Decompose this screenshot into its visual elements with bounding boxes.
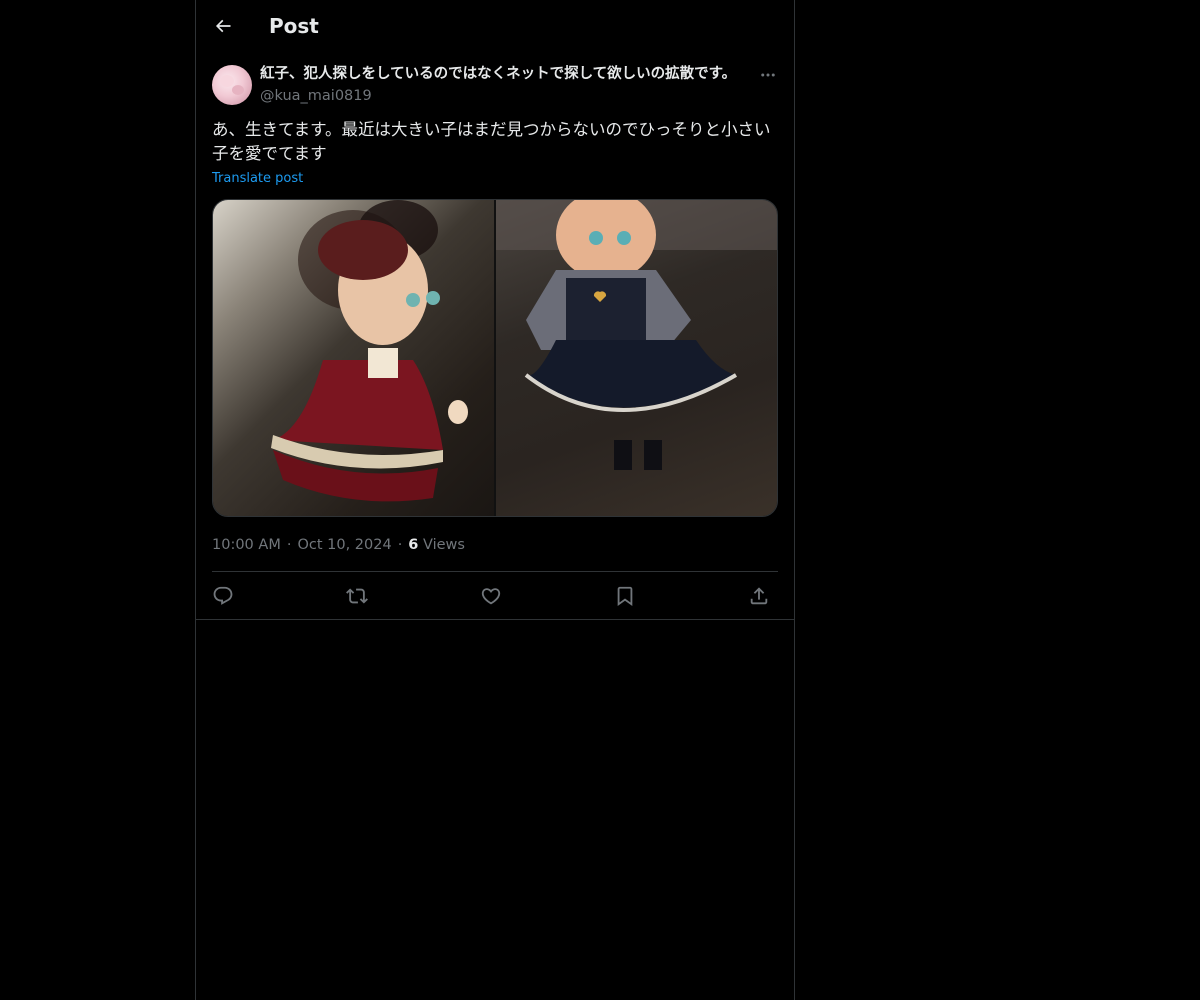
heart-icon — [481, 588, 501, 605]
post-photo-2[interactable] — [496, 200, 777, 516]
reply-button[interactable] — [210, 584, 236, 608]
reply-icon — [213, 586, 233, 605]
share-icon — [750, 587, 768, 605]
post-date[interactable]: Oct 10, 2024 — [297, 537, 391, 553]
bookmark-icon — [617, 586, 633, 607]
post-text: あ、生きてます。最近は大きい子はまだ見つからないのでひっそりと小さい子を愛でてま… — [212, 120, 771, 163]
post-photo-1[interactable] — [213, 200, 494, 516]
meta-separator: · — [286, 537, 292, 553]
avatar[interactable] — [212, 65, 252, 105]
post-time[interactable]: 10:00 AM — [212, 537, 281, 553]
more-icon — [761, 73, 775, 77]
repost-icon — [346, 588, 368, 604]
share-button[interactable] — [746, 584, 772, 608]
post-header: Post — [196, 0, 794, 53]
author-handle[interactable]: @kua_mai0819 — [260, 86, 372, 106]
post-media — [212, 199, 778, 517]
post-column: Post 紅子、犯人探しをしているのではなくネットで探して欲しいの拡散です。 @… — [195, 0, 795, 1000]
repost-button[interactable] — [344, 584, 370, 608]
bookmark-button[interactable] — [612, 584, 638, 608]
author-display-name[interactable]: 紅子、犯人探しをしているのではなくネットで探して欲しいの拡散です。 — [260, 64, 760, 84]
post-bottom-border — [196, 619, 794, 620]
post-meta: 10:00 AM · Oct 10, 2024 · 6 Views — [212, 535, 465, 555]
like-button[interactable] — [478, 584, 504, 608]
back-button[interactable] — [208, 11, 238, 41]
translate-post-link[interactable]: Translate post — [212, 170, 303, 188]
page-title: Post — [269, 14, 319, 38]
action-bar — [212, 572, 778, 619]
more-options-button[interactable] — [756, 64, 780, 86]
views-count: 6 — [408, 537, 419, 553]
views-label: Views — [423, 537, 465, 553]
meta-separator: · — [397, 537, 403, 553]
arrow-left-icon — [215, 19, 231, 33]
